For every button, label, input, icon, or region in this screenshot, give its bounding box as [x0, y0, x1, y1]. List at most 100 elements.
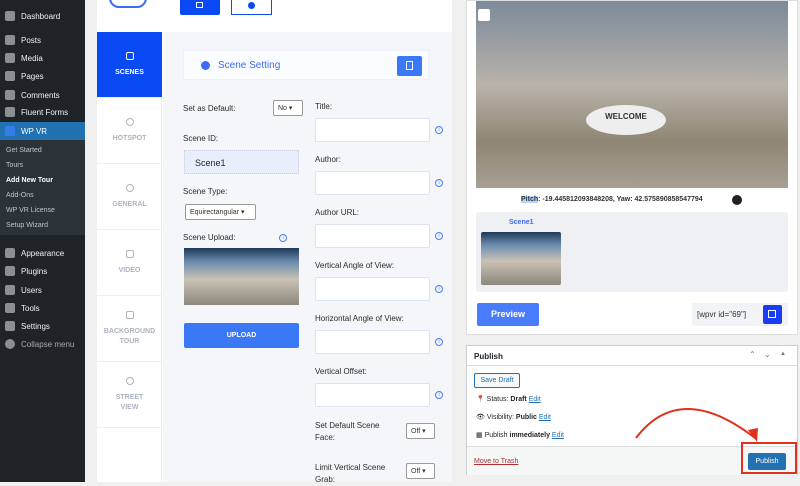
coords-value: : -19.445812093848208, Yaw: 42.575890858…: [538, 196, 703, 203]
scene-id-input[interactable]: Scene1: [184, 150, 299, 174]
pages-icon: [5, 71, 15, 81]
menu-wp-vr[interactable]: WP VR: [0, 122, 85, 140]
upload-button[interactable]: UPLOAD: [184, 323, 299, 348]
tab-hotspot[interactable]: HOTSPOT: [97, 98, 162, 164]
info-icon[interactable]: i: [435, 391, 443, 399]
scene-settings-form: Scene Setting Set as Default: No ▾ Scene…: [163, 32, 452, 484]
tab-street-view[interactable]: STREET VIEW: [97, 362, 162, 428]
edit-status-link[interactable]: Edit: [529, 396, 541, 403]
menu-label: Pages: [21, 71, 44, 81]
set-default-select[interactable]: No ▾: [273, 100, 303, 116]
submenu-license[interactable]: WP VR License: [6, 207, 55, 214]
menu-dashboard[interactable]: Dashboard: [0, 7, 85, 25]
delete-scene-button[interactable]: [397, 56, 422, 76]
menu-pages[interactable]: Pages: [0, 67, 85, 85]
menu-plugins[interactable]: Plugins: [0, 262, 85, 280]
tab-general[interactable]: GENERAL: [97, 164, 162, 230]
save-draft-button[interactable]: Save Draft: [474, 373, 520, 388]
default-face-label: Set Default Scene Face:: [315, 421, 380, 442]
menu-appearance[interactable]: Appearance: [0, 244, 85, 262]
scene-gallery: Scene1: [476, 212, 788, 292]
visibility-label: Visibility:: [486, 414, 514, 421]
vertical-offset-input[interactable]: [315, 383, 430, 407]
info-icon[interactable]: i: [435, 179, 443, 187]
vertical-angle-input[interactable]: [315, 277, 430, 301]
info-icon[interactable]: i: [435, 232, 443, 240]
shortcode-box: [wpvr id="69"]: [692, 303, 788, 326]
schedule-label: Publish: [484, 432, 508, 439]
edit-schedule-link[interactable]: Edit: [552, 432, 564, 439]
copy-shortcode-button[interactable]: [763, 305, 782, 324]
editor-tabs: SCENES HOTSPOT GENERAL VIDEO BACKGROUND …: [97, 32, 162, 482]
move-up-icon[interactable]: ⌃: [749, 350, 756, 359]
horizontal-angle-input[interactable]: [315, 330, 430, 354]
limit-grab-select[interactable]: Off ▾: [406, 463, 435, 479]
forms-icon: [5, 107, 15, 117]
menu-comments[interactable]: Comments: [0, 86, 85, 104]
user-icon: [5, 285, 15, 295]
move-down-icon[interactable]: ⌄: [764, 350, 771, 359]
info-icon[interactable]: i: [435, 338, 443, 346]
tab-scenes[interactable]: SCENES: [97, 32, 162, 98]
author-url-input[interactable]: [315, 224, 430, 248]
scene-type-select[interactable]: Equirectangular ▾: [185, 204, 256, 220]
submenu-get-started[interactable]: Get Started: [6, 147, 42, 154]
image-tab-button[interactable]: [180, 0, 220, 15]
menu-users[interactable]: Users: [0, 281, 85, 299]
publish-header: Publish ⌃ ⌄ ▲: [467, 346, 797, 366]
tab-video[interactable]: VIDEO: [97, 230, 162, 296]
menu-settings[interactable]: Settings: [0, 317, 85, 335]
menu-media[interactable]: Media: [0, 49, 85, 67]
set-default-label: Set as Default:: [183, 104, 236, 113]
submenu-add-ons[interactable]: Add-Ons: [6, 192, 34, 199]
info-icon[interactable]: i: [279, 234, 287, 242]
tab-label: VIDEO: [118, 266, 141, 274]
brush-icon: [5, 248, 15, 258]
scene-thumb-label: Scene1: [509, 219, 534, 226]
eye-icon: 👁: [476, 414, 485, 421]
scene-type-label: Scene Type:: [183, 187, 228, 196]
default-face-select[interactable]: Off ▾: [406, 423, 435, 439]
title-input[interactable]: [315, 118, 430, 142]
menu-collapse[interactable]: Collapse menu: [0, 335, 85, 353]
wp-vr-submenu: Get Started Tours Add New Tour Add-Ons W…: [0, 140, 85, 235]
submenu-add-new-tour[interactable]: Add New Tour: [6, 177, 53, 184]
menu-label: Collapse menu: [21, 339, 75, 349]
trash-icon: [406, 61, 413, 70]
submenu-setup-wizard[interactable]: Setup Wizard: [6, 222, 48, 229]
title-label: Title:: [315, 102, 333, 111]
panorama-viewer[interactable]: WELCOME: [476, 1, 788, 188]
menu-label: WP VR: [21, 126, 48, 136]
info-icon[interactable]: i: [435, 126, 443, 134]
menu-label: Settings: [21, 321, 50, 331]
panorama-sign: WELCOME: [586, 105, 666, 135]
preview-button[interactable]: Preview: [477, 303, 539, 326]
fullscreen-icon[interactable]: [478, 9, 490, 21]
move-to-trash-link[interactable]: Move to Trash: [474, 458, 518, 465]
menu-posts[interactable]: Posts: [0, 31, 85, 49]
download-icon[interactable]: [732, 195, 742, 205]
toggle-panel-icon[interactable]: ▲: [780, 351, 786, 357]
add-scene-button[interactable]: [231, 0, 272, 15]
menu-tools[interactable]: Tools: [0, 299, 85, 317]
submenu-tours[interactable]: Tours: [6, 162, 23, 169]
edit-visibility-link[interactable]: Edit: [539, 414, 551, 421]
menu-label: Dashboard: [21, 11, 61, 21]
vr-icon: [5, 126, 15, 136]
menu-fluent-forms[interactable]: Fluent Forms: [0, 103, 85, 121]
gear-icon: [201, 61, 210, 70]
calendar-icon: ▦: [476, 432, 483, 439]
author-input[interactable]: [315, 171, 430, 195]
info-icon[interactable]: i: [435, 285, 443, 293]
save-draft-label: Save Draft: [480, 377, 514, 384]
scene-upload-label: Scene Upload:: [183, 233, 236, 242]
tab-background-tour[interactable]: BACKGROUND TOUR: [97, 296, 162, 362]
limit-grab-label: Limit Vertical Scene Grab:: [315, 463, 386, 484]
scene-thumbnail[interactable]: [481, 232, 561, 285]
scene-setting-title: Scene Setting: [218, 60, 281, 71]
menu-label: Users: [21, 285, 42, 295]
select-value: No: [278, 105, 287, 112]
tab-label: SCENES: [115, 68, 144, 76]
plus-icon: [248, 2, 255, 9]
tab-label: STREET VIEW: [115, 393, 144, 411]
